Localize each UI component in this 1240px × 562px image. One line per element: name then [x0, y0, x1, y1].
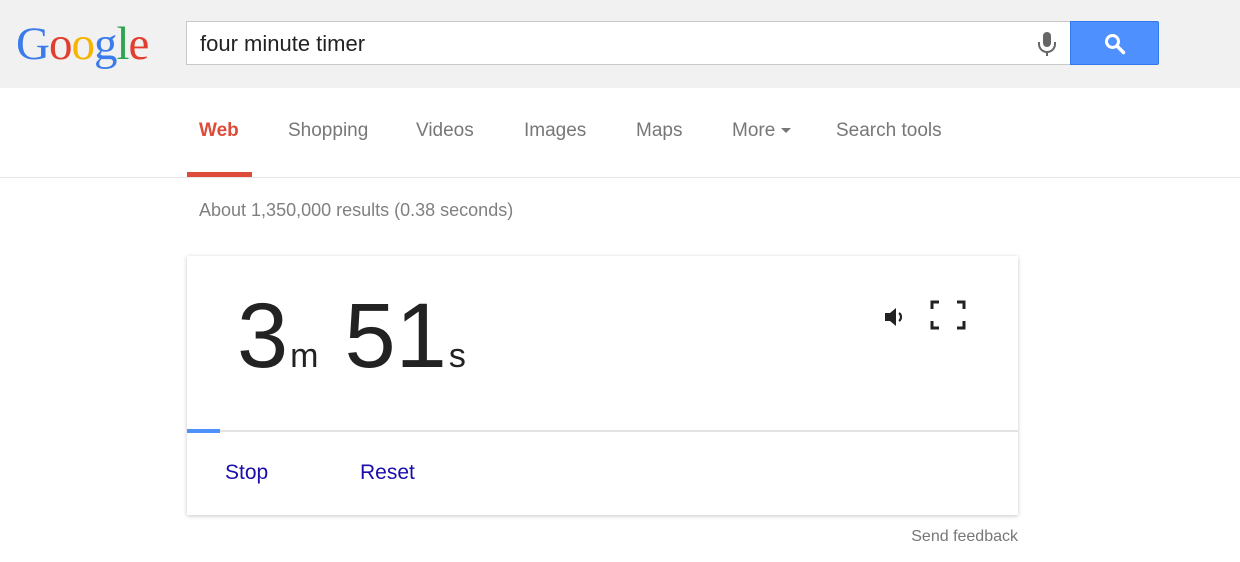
logo-letter: e: [128, 18, 150, 70]
search-button[interactable]: [1070, 21, 1159, 65]
tab-more[interactable]: More: [732, 88, 792, 178]
timer-seconds-unit: s: [448, 337, 466, 375]
tab-search-tools[interactable]: Search tools: [836, 88, 942, 178]
chevron-down-icon: [781, 128, 792, 134]
header-bar: Google four minute timer: [0, 0, 1240, 88]
timer-minutes: 3: [237, 285, 289, 387]
result-stats: About 1,350,000 results (0.38 seconds): [199, 200, 514, 220]
tab-shopping[interactable]: Shopping: [288, 88, 368, 178]
stop-button[interactable]: Stop: [225, 461, 268, 485]
tab-videos[interactable]: Videos: [416, 88, 474, 178]
logo-letter: l: [116, 18, 129, 70]
search-tabs: Web Shopping Videos Images Maps More Sea…: [0, 88, 1240, 178]
tab-web[interactable]: Web: [199, 88, 239, 178]
tab-maps[interactable]: Maps: [636, 88, 682, 178]
reset-button[interactable]: Reset: [360, 461, 415, 485]
google-logo[interactable]: Google: [16, 14, 150, 74]
timer-card: 3m 51s Stop Reset: [187, 256, 1018, 515]
logo-letter: g: [93, 18, 117, 70]
logo-letter: o: [48, 18, 72, 70]
microphone-icon[interactable]: [1036, 31, 1058, 57]
active-tab-indicator: [187, 172, 252, 177]
timer-progress-track: [187, 430, 1018, 432]
timer-progress-fill: [187, 429, 221, 433]
search-input[interactable]: four minute timer: [186, 21, 1070, 65]
search-query-text[interactable]: four minute timer: [200, 22, 365, 64]
logo-letter: o: [71, 18, 94, 70]
send-feedback-link[interactable]: Send feedback: [911, 528, 1018, 546]
timer-minutes-unit: m: [290, 337, 319, 375]
timer-seconds: 51: [344, 285, 447, 387]
tab-images[interactable]: Images: [524, 88, 586, 178]
tab-more-label: More: [732, 120, 776, 141]
logo-letter: G: [16, 18, 50, 70]
speaker-icon[interactable]: [882, 304, 908, 330]
fullscreen-icon[interactable]: [930, 300, 966, 330]
timer-display: 3m 51s: [237, 286, 466, 386]
search-icon: [1105, 34, 1126, 55]
